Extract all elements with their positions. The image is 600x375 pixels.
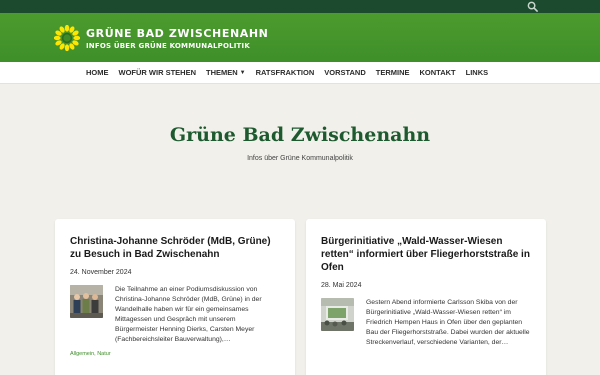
post-body: Gestern Abend informierte Carlsson Skiba… xyxy=(321,298,531,348)
top-bar xyxy=(0,0,600,13)
nav-item-label: THEMEN xyxy=(206,68,238,77)
nav-item-label: KONTAKT xyxy=(419,68,456,77)
post-excerpt: Die Teilnahme an einer Podiumsdiskussion… xyxy=(115,286,262,343)
post-thumbnail[interactable] xyxy=(70,285,103,318)
site-header: GRÜNE BAD ZWISCHENAHN INFOS ÜBER GRÜNE K… xyxy=(0,13,600,62)
chevron-down-icon: ▼ xyxy=(239,69,246,76)
post-excerpt: Gestern Abend informierte Carlsson Skiba… xyxy=(366,299,530,346)
search-icon[interactable] xyxy=(527,1,538,12)
nav-item-kontakt[interactable]: KONTAKT xyxy=(415,68,461,77)
post-card: Christina-Johanne Schröder (MdB, Grüne) … xyxy=(55,219,295,375)
main-navigation: HOME WOFÜR WIR STEHEN THEMEN ▼ RATSFRAKTI… xyxy=(0,62,600,84)
page-title: Grüne Bad Zwischenahn xyxy=(169,124,431,146)
nav-item-label: TERMINE xyxy=(375,68,410,77)
nav-item-ratsfraktion[interactable]: RATSFRAKTION xyxy=(251,68,320,77)
post-categories[interactable]: Allgemein, Natur xyxy=(70,351,280,357)
post-date: 28. Mai 2024 xyxy=(321,282,362,289)
post-date: 24. November 2024 xyxy=(70,269,132,276)
nav-item-label: RATSFRAKTION xyxy=(255,68,315,77)
nav-item-label: LINKS xyxy=(465,68,489,77)
sunflower-logo-icon[interactable] xyxy=(54,25,80,51)
nav-item-links[interactable]: LINKS xyxy=(461,68,494,77)
post-title[interactable]: Bürgerinitiative „Wald-Wasser-Wiesen ret… xyxy=(321,235,531,274)
nav-item-vorstand[interactable]: VORSTAND xyxy=(319,68,371,77)
site-title[interactable]: GRÜNE BAD ZWISCHENAHN xyxy=(86,27,269,40)
post-card: Bürgerinitiative „Wald-Wasser-Wiesen ret… xyxy=(306,219,546,375)
nav-item-home[interactable]: HOME xyxy=(81,68,114,77)
post-thumbnail[interactable] xyxy=(321,298,354,331)
nav-item-themen[interactable]: THEMEN ▼ xyxy=(201,68,251,77)
nav-item-label: WOFÜR WIR STEHEN xyxy=(118,68,197,77)
site-tagline: INFOS ÜBER GRÜNE KOMMUNALPOLITIK xyxy=(86,42,250,50)
post-body: Die Teilnahme an einer Podiumsdiskussion… xyxy=(70,285,280,345)
nav-item-label: VORSTAND xyxy=(324,68,366,77)
nav-item-termine[interactable]: TERMINE xyxy=(371,68,415,77)
post-title[interactable]: Christina-Johanne Schröder (MdB, Grüne) … xyxy=(70,235,280,261)
nav-item-wofuer-wir-stehen[interactable]: WOFÜR WIR STEHEN xyxy=(114,68,202,77)
nav-item-label: HOME xyxy=(86,68,109,77)
page-subtitle: Infos über Grüne Kommunalpolitik xyxy=(247,155,353,162)
